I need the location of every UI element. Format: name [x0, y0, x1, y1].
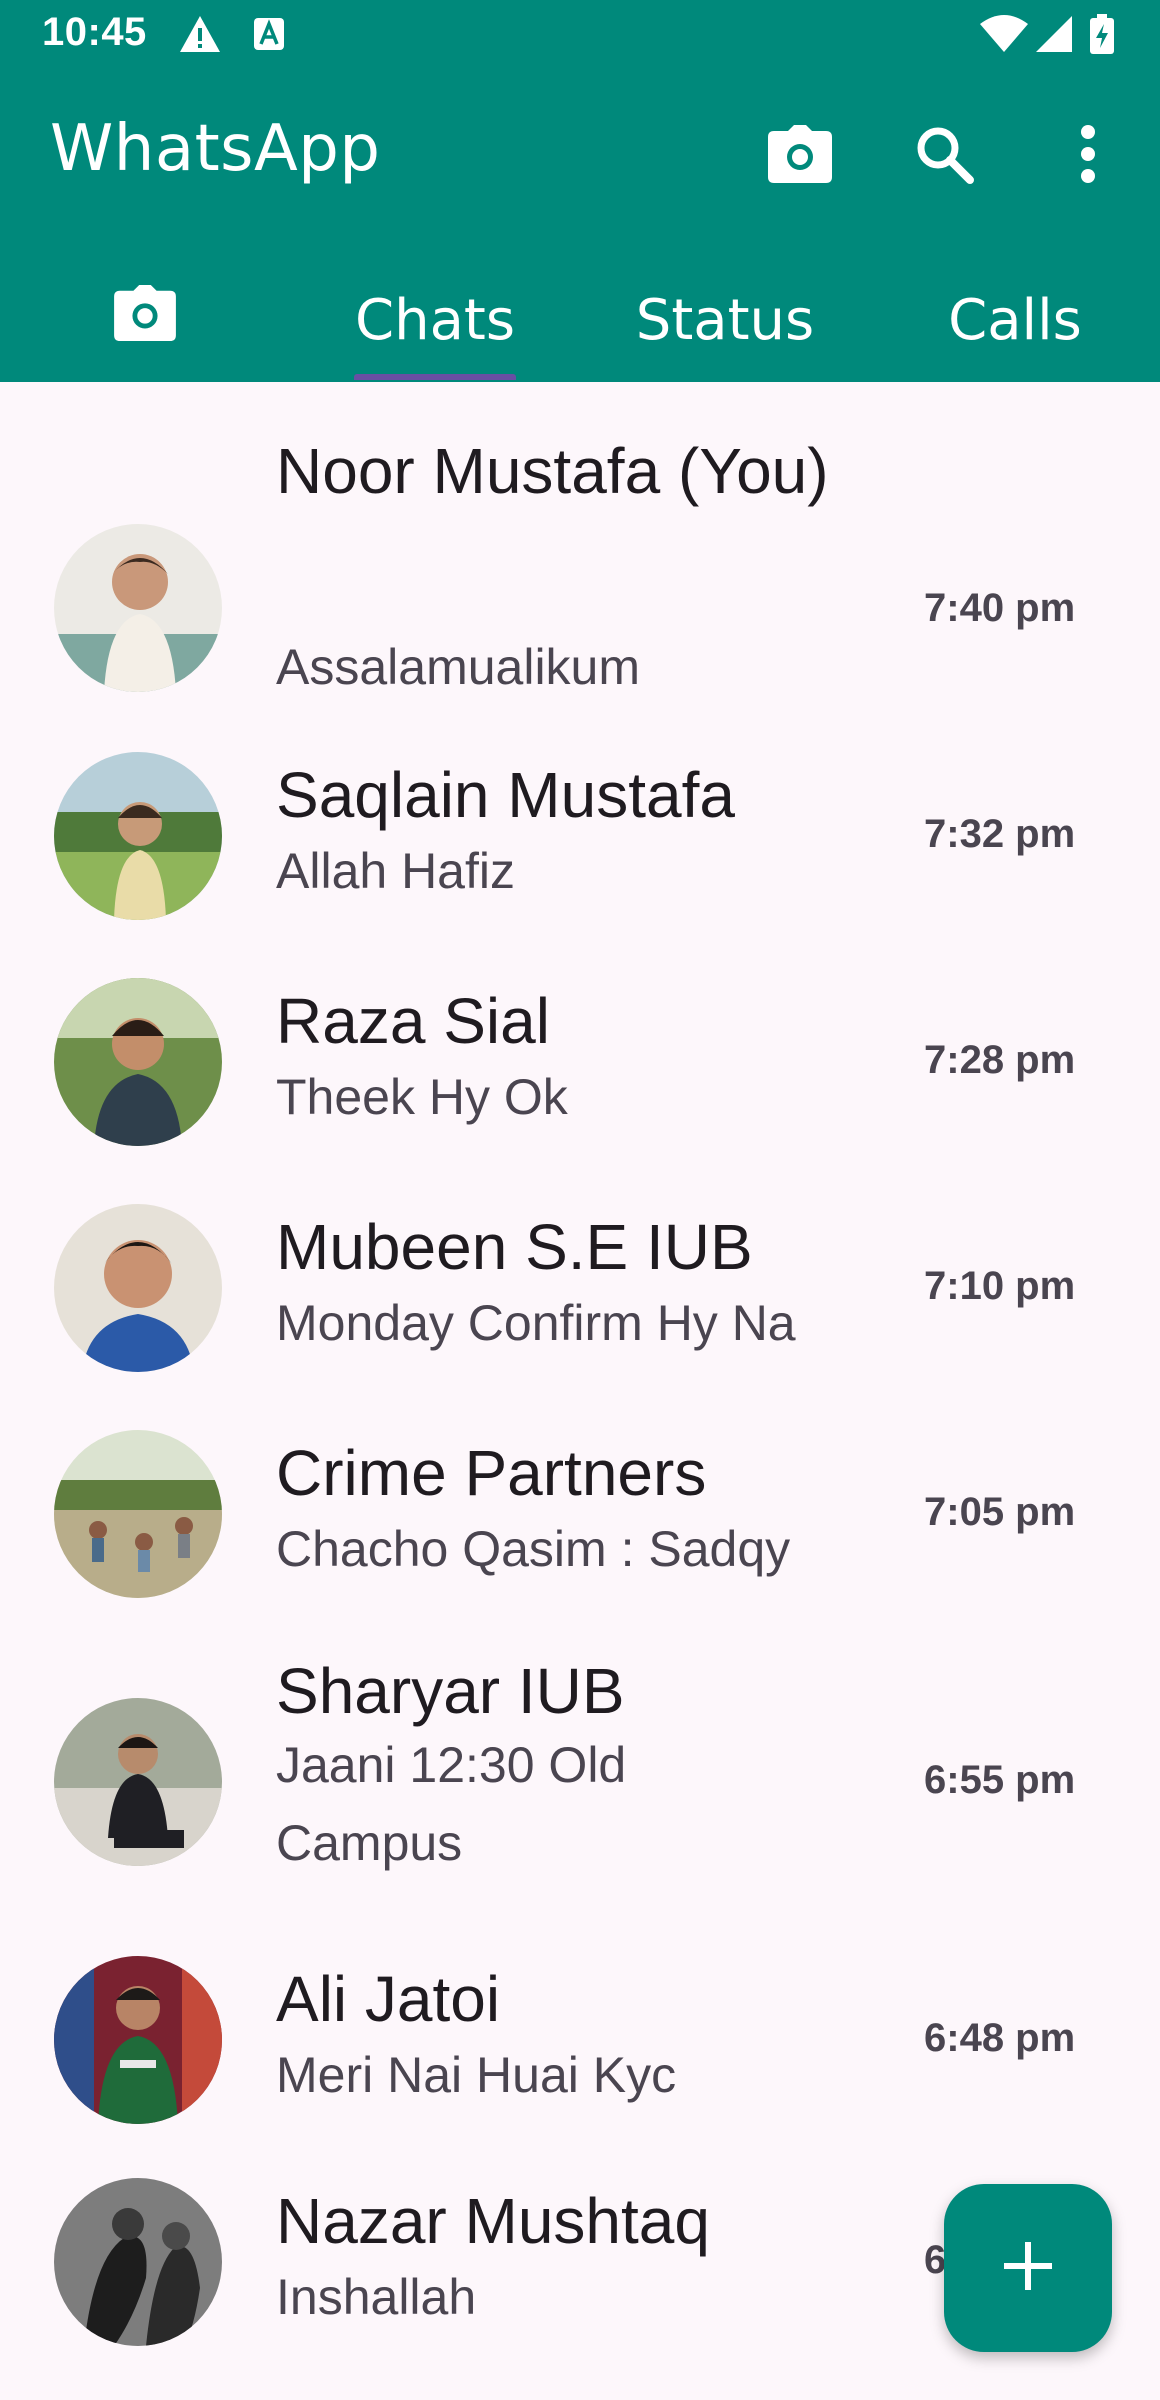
avatar [54, 2178, 222, 2346]
chat-time: 7:40 pm [924, 586, 1076, 630]
tab-label: Chats [354, 287, 516, 353]
tab-bar: Chats Status Calls [0, 262, 1160, 382]
more-vert-icon[interactable] [1052, 118, 1124, 190]
search-icon[interactable] [908, 118, 980, 190]
avatar [54, 1956, 222, 2124]
tab-camera[interactable] [0, 262, 290, 378]
chat-time: 7:28 pm [924, 1038, 1076, 1082]
avatar [54, 1698, 222, 1866]
chat-name: Sharyar IUB [276, 1655, 625, 1727]
status-bar: 10:45 [0, 0, 1160, 72]
avatar [54, 1430, 222, 1598]
camera-icon [113, 285, 177, 355]
chat-message: Assalamualikum [276, 639, 641, 695]
tab-label: Status [635, 287, 815, 353]
chat-item[interactable]: Mubeen S.E IUB Monday Confirm Hy Na 7:10… [0, 1204, 1160, 1404]
cellular-icon [1034, 14, 1074, 59]
chat-message: Inshallah [276, 2269, 477, 2325]
chat-name: Raza Sial [276, 985, 550, 1057]
chat-list: Noor Mustafa (You) Assalamualikum 7:40 p… [0, 382, 1160, 2400]
chat-item[interactable]: Saqlain Mustafa Allah Hafiz 7:32 pm [0, 752, 1160, 952]
chat-message: Chacho Qasim : Sadqy [276, 1521, 791, 1577]
chat-message: Monday Confirm Hy Na [276, 1295, 796, 1351]
plus-icon [1002, 2240, 1054, 2297]
chat-name: Ali Jatoi [276, 1963, 501, 2035]
status-time: 10:45 [42, 10, 147, 54]
chat-item[interactable]: Noor Mustafa (You) Assalamualikum 7:40 p… [0, 422, 1160, 695]
chat-item[interactable]: Raza Sial Theek Hy Ok 7:28 pm [0, 978, 1160, 1178]
avatar [54, 524, 222, 692]
avatar [54, 752, 222, 920]
app-bar: 10:45 WhatsApp Chats Status Calls [0, 0, 1160, 382]
chat-item[interactable]: Sharyar IUB Jaani 12:30 Old Campus 6:55 … [0, 1655, 1160, 1902]
alert-triangle-icon [178, 14, 222, 59]
app-title: WhatsApp [50, 112, 381, 186]
chat-item[interactable]: Ali Jatoi Meri Nai Huai Kyc 6:48 pm [0, 1956, 1160, 2156]
chat-time: 7:32 pm [924, 812, 1076, 856]
avatar [54, 978, 222, 1146]
chat-message: Allah Hafiz [276, 843, 515, 899]
chat-time: 6:48 pm [924, 2016, 1076, 2060]
avatar [54, 1204, 222, 1372]
chat-time: 6:55 pm [924, 1758, 1076, 1802]
chat-name: Crime Partners [276, 1437, 707, 1509]
chat-name: Saqlain Mustafa [276, 759, 735, 831]
chat-time: 6 [924, 2238, 947, 2282]
chat-name: Noor Mustafa (You) [276, 435, 829, 507]
chat-time: 7:10 pm [924, 1264, 1076, 1308]
a-box-icon [252, 14, 286, 59]
chat-item[interactable]: Crime Partners Chacho Qasim : Sadqy 7:05… [0, 1430, 1160, 1630]
tab-calls[interactable]: Calls [870, 262, 1160, 378]
wifi-icon [978, 14, 1030, 59]
new-chat-button[interactable] [944, 2184, 1112, 2352]
camera-icon[interactable] [764, 118, 836, 190]
chat-time: 7:05 pm [924, 1490, 1076, 1534]
chat-message: Theek Hy Ok [276, 1069, 568, 1125]
battery-charging-icon [1088, 14, 1116, 61]
tab-indicator [354, 374, 516, 380]
tab-label: Calls [948, 287, 1082, 353]
chat-name: Nazar Mushtaq [276, 2185, 710, 2257]
tab-status[interactable]: Status [580, 262, 870, 378]
chat-name: Mubeen S.E IUB [276, 1211, 753, 1283]
chat-message: Meri Nai Huai Kyc [276, 2047, 677, 2103]
tab-chats[interactable]: Chats [290, 262, 580, 378]
chat-message: Jaani 12:30 Old Campus [276, 1737, 627, 1871]
